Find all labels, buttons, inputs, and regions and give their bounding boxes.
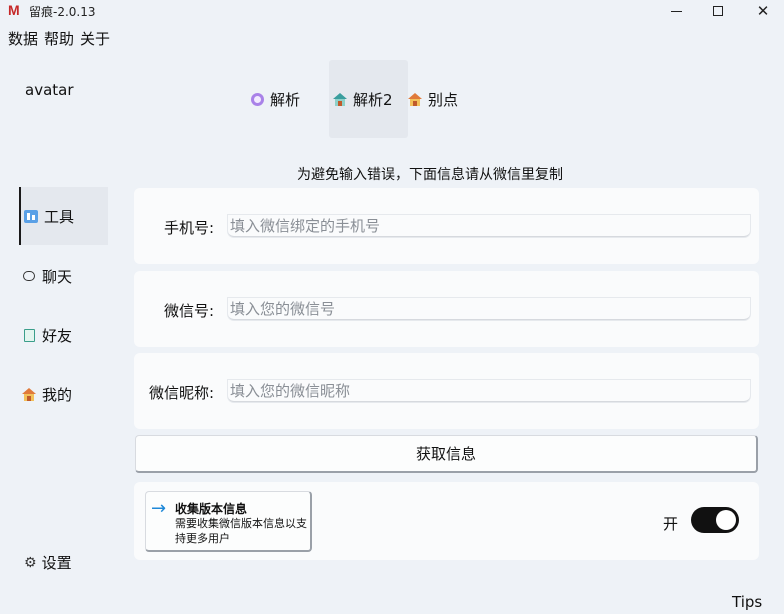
tab-label: 解析 — [270, 90, 301, 109]
sidebar-item-label: 聊天 — [42, 267, 73, 286]
tips-link[interactable]: Tips — [732, 593, 762, 611]
wechat-input[interactable] — [228, 298, 750, 320]
minimize-icon — [670, 10, 682, 12]
phone-card: 手机号: — [134, 188, 759, 264]
title-bar: M 留痕-2.0.13 ✕ — [0, 0, 784, 22]
chat-icon — [22, 269, 36, 283]
close-icon: ✕ — [756, 1, 770, 20]
menu-data[interactable]: 数据 — [8, 28, 38, 50]
collect-version-button[interactable]: → 收集版本信息 需要收集微信版本信息以支持更多用户 — [145, 491, 312, 552]
close-button[interactable]: ✕ — [743, 0, 783, 22]
collect-title: 收集版本信息 — [175, 502, 248, 516]
sidebar-item-friends[interactable]: 好友 — [19, 306, 108, 364]
sidebar-item-label: 设置 — [41, 554, 72, 572]
avatar[interactable]: avatar — [25, 81, 74, 99]
window-title: 留痕-2.0.13 — [29, 5, 96, 19]
sidebar-item-tools[interactable]: 工具 — [19, 187, 108, 245]
house-icon — [22, 387, 36, 401]
sidebar-item-mine[interactable]: 我的 — [19, 365, 108, 423]
phone-input[interactable] — [228, 215, 750, 237]
sidebar-item-label: 工具 — [44, 207, 75, 226]
wechat-label: 微信号: — [163, 302, 214, 320]
gear-icon: ⚙ — [24, 554, 37, 571]
tab-dont-click[interactable]: 别点 — [408, 60, 478, 138]
menu-about[interactable]: 关于 — [80, 28, 110, 50]
maximize-icon — [713, 6, 723, 16]
toggle-knob — [716, 510, 736, 530]
minimize-button[interactable] — [656, 0, 696, 22]
sidebar-item-label: 好友 — [42, 326, 73, 345]
house-icon — [333, 92, 347, 106]
app-logo-icon: M — [8, 2, 20, 18]
collect-toggle[interactable] — [691, 507, 739, 533]
maximize-button[interactable] — [698, 0, 738, 22]
nickname-label: 微信昵称: — [148, 384, 214, 402]
tools-icon — [24, 209, 38, 223]
menu-bar: 数据 帮助 关于 — [0, 28, 116, 50]
sidebar-item-chat[interactable]: 聊天 — [19, 247, 108, 305]
menu-help[interactable]: 帮助 — [44, 28, 74, 50]
toggle-label: 开 — [663, 515, 679, 533]
tab-parse-2[interactable]: 解析2 — [329, 60, 408, 138]
collect-description: 需要收集微信版本信息以支持更多用户 — [175, 517, 307, 545]
sidebar-item-settings[interactable]: ⚙ 设置 — [24, 552, 72, 573]
tab-label: 别点 — [428, 90, 459, 109]
tab-label: 解析2 — [353, 90, 393, 109]
house-icon — [408, 92, 422, 106]
wechat-card: 微信号: — [134, 271, 759, 347]
phone-label: 手机号: — [163, 219, 214, 237]
arrow-right-icon: → — [151, 498, 167, 519]
nickname-input[interactable] — [228, 380, 750, 402]
collect-card: → 收集版本信息 需要收集微信版本信息以支持更多用户 开 — [134, 482, 759, 560]
purple-ring-icon — [250, 92, 264, 106]
nickname-card: 微信昵称: — [134, 353, 759, 429]
tab-parse[interactable]: 解析 — [250, 60, 320, 138]
sidebar-item-label: 我的 — [42, 385, 73, 404]
book-icon — [22, 328, 36, 342]
get-info-button[interactable]: 获取信息 — [135, 435, 758, 473]
notice-text: 为避免输入错误，下面信息请从微信里复制 — [297, 167, 563, 183]
